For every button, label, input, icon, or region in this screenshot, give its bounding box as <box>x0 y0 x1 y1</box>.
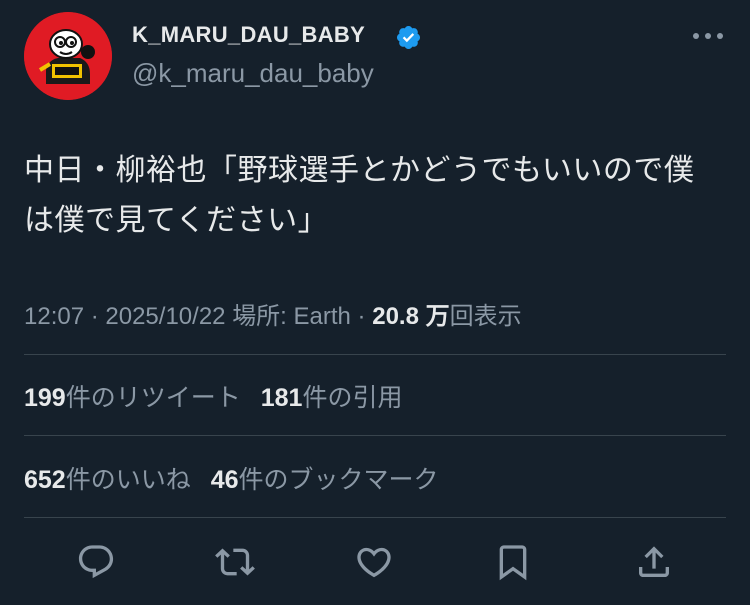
share-icon <box>639 546 669 577</box>
tweet-time[interactable]: 12:07 <box>24 303 84 330</box>
likes-label: 件のいいね <box>65 465 191 494</box>
bookmarks-count: 46 <box>210 466 239 494</box>
quotes-count: 181 <box>260 384 303 412</box>
divider <box>24 435 726 436</box>
tweet-location: 場所: Earth <box>232 303 351 330</box>
meta-separator: · <box>84 303 106 330</box>
quotes-stat[interactable]: 181件の引用 <box>261 383 403 412</box>
tweet-text-line: 中日・柳裕也「野球選手とかどうでもいいので僕 <box>24 153 695 188</box>
likes-stat[interactable]: 652件のいいね <box>24 465 191 494</box>
divider <box>24 354 726 355</box>
quotes-label: 件の引用 <box>302 383 403 412</box>
tweet-date[interactable]: 2025/10/22 <box>105 303 225 330</box>
reply-button[interactable] <box>74 540 118 584</box>
retweet-button[interactable] <box>213 540 257 584</box>
bookmark-icon <box>499 545 527 581</box>
repost-stats-row: 199件のリツイート 181件の引用 <box>24 378 402 414</box>
user-handle[interactable]: @k_maru_dau_baby <box>132 58 374 89</box>
verified-badge-icon <box>396 25 421 50</box>
tweet-text: 中日・柳裕也「野球選手とかどうでもいいので僕 は僕で見てください」 <box>24 146 728 246</box>
bookmarks-stat[interactable]: 46件のブックマーク <box>211 465 439 494</box>
reply-icon <box>78 545 114 579</box>
like-button[interactable] <box>352 540 396 584</box>
divider <box>24 517 726 518</box>
display-name[interactable]: K_MARU_DAU_BABY <box>132 22 365 48</box>
avatar[interactable] <box>24 12 112 100</box>
share-button[interactable] <box>632 540 676 584</box>
bookmarks-label: 件のブックマーク <box>238 465 439 494</box>
like-icon <box>357 547 391 578</box>
tweet-meta: 12:07 · 2025/10/22 場所: Earth · 20.8 万回表示 <box>24 296 522 331</box>
more-icon[interactable] <box>690 26 726 46</box>
view-count-label: 回表示 <box>449 302 522 330</box>
retweets-stat[interactable]: 199件のリツイート <box>24 383 241 412</box>
retweets-label: 件のリツイート <box>65 383 241 412</box>
retweet-icon <box>215 548 255 576</box>
view-count[interactable]: 20.8 万 <box>372 303 449 330</box>
meta-separator: · <box>350 303 373 330</box>
tweet-text-line: は僕で見てください」 <box>24 203 329 238</box>
mascot-avatar-image <box>24 12 112 100</box>
engagement-stats-row: 652件のいいね 46件のブックマーク <box>24 460 439 496</box>
tweet-detail: K_MARU_DAU_BABY @k_maru_dau_baby 中日・柳裕也「… <box>0 0 750 605</box>
bookmark-button[interactable] <box>491 540 535 584</box>
likes-count: 652 <box>24 466 66 494</box>
retweets-count: 199 <box>24 384 66 412</box>
